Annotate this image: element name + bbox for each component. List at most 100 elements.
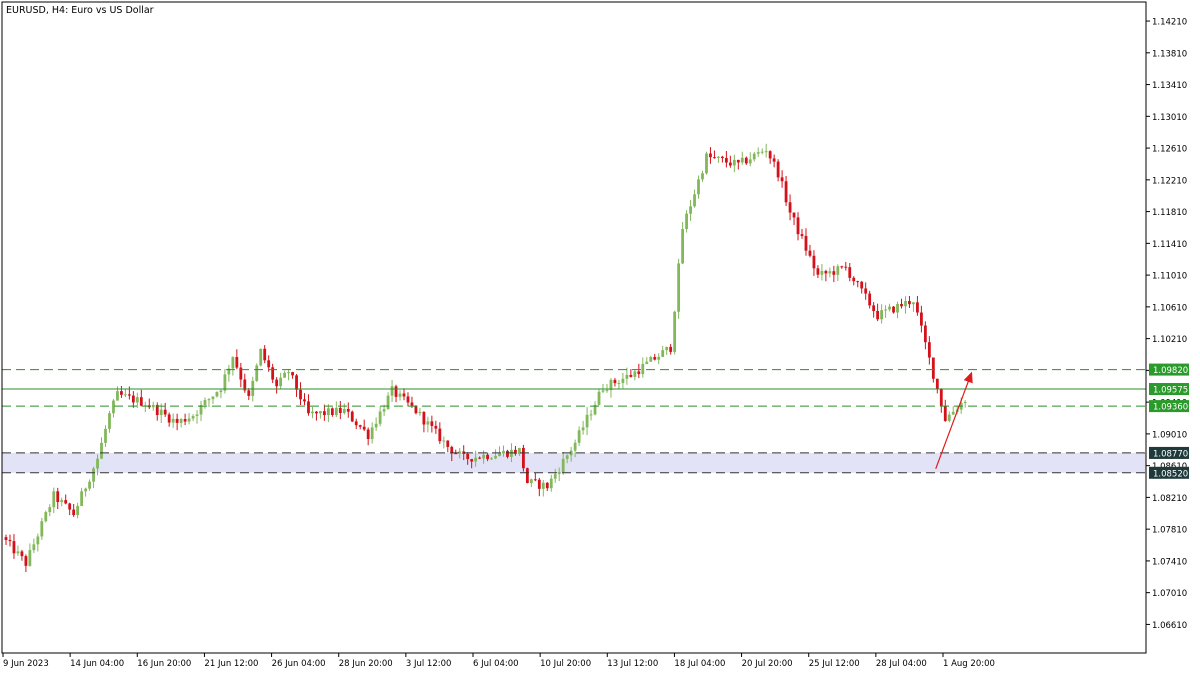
candle — [947, 411, 951, 423]
y-tick-label: 1.11810 — [1152, 208, 1187, 218]
x-tick-label: 21 Jun 12:00 — [204, 659, 258, 669]
candle — [537, 477, 541, 497]
candle — [601, 383, 605, 394]
candle — [593, 401, 597, 416]
candle — [816, 265, 820, 279]
candle — [649, 355, 653, 362]
candle — [772, 154, 776, 168]
y-tick-label: 1.10210 — [1152, 335, 1187, 345]
candle — [904, 296, 907, 314]
candle — [44, 510, 48, 523]
candle — [12, 534, 16, 559]
candle — [24, 554, 28, 573]
candle — [908, 295, 911, 308]
x-tick-label: 28 Jun 20:00 — [339, 659, 393, 669]
candle — [354, 418, 358, 429]
candle — [800, 228, 804, 239]
candle — [430, 415, 434, 433]
candle — [295, 374, 298, 397]
candle — [617, 379, 621, 389]
candle — [764, 143, 768, 158]
candle — [673, 310, 677, 355]
candle — [143, 401, 147, 413]
y-tick-label: 1.13410 — [1152, 81, 1187, 91]
candle — [657, 353, 661, 365]
candle — [916, 296, 919, 316]
candle — [235, 349, 239, 370]
x-tick-label: 20 Jul 20:00 — [742, 659, 793, 669]
candle — [824, 269, 828, 282]
candle — [426, 416, 430, 433]
candle — [744, 156, 748, 165]
candle — [287, 368, 290, 381]
chart-header: EURUSD, H4: Euro vs US Dollar — [6, 5, 154, 16]
candle — [792, 212, 796, 226]
candle — [326, 404, 330, 423]
candle — [804, 228, 808, 256]
candle — [40, 517, 44, 540]
y-tick-label: 1.11010 — [1152, 272, 1187, 282]
candle — [402, 388, 406, 401]
candle — [239, 362, 243, 388]
candle — [147, 398, 151, 410]
candle — [370, 422, 374, 444]
candle — [669, 344, 673, 355]
y-tick-label: 1.12610 — [1152, 145, 1187, 155]
candle — [124, 388, 127, 398]
candle — [315, 411, 318, 421]
candle — [68, 502, 72, 516]
candle — [525, 467, 529, 484]
candle — [32, 538, 36, 554]
candle — [175, 413, 179, 431]
candle — [784, 175, 788, 206]
candle — [633, 369, 637, 381]
candle — [756, 147, 760, 158]
candle — [637, 363, 641, 379]
candle — [629, 369, 633, 378]
candle — [215, 391, 219, 398]
candle — [100, 437, 103, 459]
candle — [108, 410, 111, 433]
candle — [549, 474, 553, 492]
candle — [876, 303, 880, 322]
candle — [56, 487, 60, 510]
x-tick-label: 6 Jul 04:00 — [473, 659, 519, 669]
candle — [912, 302, 915, 312]
candle — [796, 212, 800, 241]
candle — [191, 414, 195, 422]
candle — [48, 504, 52, 517]
candle — [92, 466, 95, 489]
price-level-badge: 1.09820 — [1149, 363, 1189, 376]
candle — [120, 385, 123, 398]
candle — [820, 263, 824, 281]
candle — [705, 151, 708, 175]
candle — [581, 420, 585, 435]
candle — [155, 402, 159, 421]
y-tick-label: 1.14210 — [1152, 18, 1187, 28]
candle — [848, 263, 852, 282]
candle — [323, 404, 326, 421]
y-tick-label: 1.11410 — [1152, 240, 1187, 250]
x-tick-label: 1 Aug 20:00 — [943, 659, 995, 669]
chart-window: 1.066101.070101.074101.078101.082101.086… — [0, 0, 1200, 675]
candle — [223, 368, 227, 394]
candle — [856, 280, 860, 288]
y-tick-label: 1.08210 — [1152, 494, 1187, 504]
candle — [740, 151, 744, 165]
candle — [681, 222, 684, 265]
candle — [116, 386, 119, 401]
candle — [366, 427, 370, 446]
candle — [828, 267, 832, 278]
candle — [4, 534, 8, 545]
candle — [724, 150, 728, 168]
candle — [645, 357, 649, 365]
candle — [350, 410, 354, 423]
x-tick-label: 25 Jul 12:00 — [809, 659, 860, 669]
candle — [446, 440, 450, 453]
candle — [227, 364, 231, 382]
candle — [605, 384, 609, 393]
candle — [231, 356, 235, 376]
candle — [163, 402, 167, 417]
candle — [728, 155, 732, 168]
price-level-label: 1.09360 — [1153, 403, 1188, 413]
